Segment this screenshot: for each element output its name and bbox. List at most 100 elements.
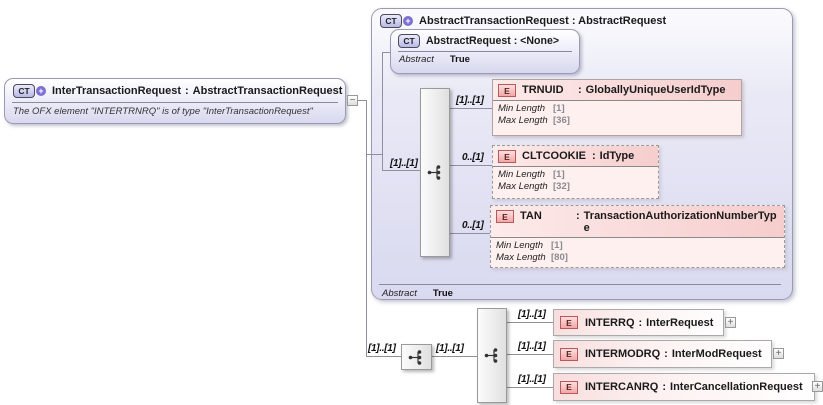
element-type: : GloballyUniqueUserIdType — [578, 84, 725, 96]
element-name: INTERCANRQ — [585, 381, 659, 393]
facet-value: [32] — [553, 180, 570, 192]
element-box-trnuid[interactable]: E TRNUID : GloballyUniqueUserIdType Min L… — [492, 79, 742, 136]
type-separator: : — [591, 150, 596, 162]
element-name: INTERMODRQ — [585, 348, 661, 360]
base-type-title-row: CT AbstractRequest : <None> — [391, 30, 579, 50]
type-separator: : — [576, 210, 580, 222]
element-name: CLTCOOKIE — [522, 150, 586, 162]
connector-line — [382, 170, 420, 171]
facet-value: [80] — [551, 251, 568, 263]
sequence-icon — [408, 349, 422, 365]
element-type: : IdType — [592, 150, 634, 162]
element-name: TRNUID — [522, 84, 564, 96]
type-name: InterModRequest — [671, 348, 762, 360]
root-base-type-name: AbstractTransactionRequest — [192, 85, 343, 97]
sequence-icon — [484, 348, 497, 363]
connector-line — [430, 356, 477, 357]
derived-plus-icon: + — [403, 16, 413, 26]
connector-line — [505, 387, 553, 388]
cardinality-label: 0..[1] — [462, 152, 484, 163]
element-facets: Min Length [1] Max Length [80] — [491, 238, 784, 265]
divider — [379, 284, 781, 285]
sequence-compositor[interactable] — [477, 308, 507, 403]
connector-line — [505, 354, 553, 355]
type-separator: : — [664, 348, 668, 360]
abstract-value: True — [449, 54, 470, 65]
collapse-toggle[interactable]: − — [347, 95, 358, 106]
cardinality-label: [1]..[1] — [390, 158, 418, 169]
root-annotation: The OFX element "INTERTRNRQ" is of type … — [13, 106, 313, 117]
facet-row: Min Length [1] — [498, 103, 736, 115]
connector-line — [366, 356, 401, 357]
element-header: E TRNUID : GloballyUniqueUserIdType — [493, 80, 741, 101]
connector-line — [382, 52, 383, 170]
element-name: INTERRQ — [585, 316, 635, 329]
element-header: E TAN : TransactionAuthorizationNumberTyp… — [491, 206, 784, 238]
sequence-icon — [427, 165, 440, 180]
type-separator: : — [638, 316, 643, 329]
element-icon: E — [496, 210, 514, 223]
complex-type-icon: CT — [13, 84, 35, 98]
facet-value: [36] — [553, 114, 570, 126]
cardinality-label: 0..[1] — [462, 220, 484, 231]
connector-line — [448, 165, 492, 166]
type-separator: : — [578, 84, 582, 96]
facet-value: [1] — [551, 240, 563, 251]
facet-label: Min Length — [498, 103, 546, 114]
connector-line — [448, 108, 492, 109]
schema-diagram: CT + AbstractTransactionRequest : Abstrac… — [0, 0, 823, 405]
type-name: TransactionAuthorizationNumberType — [583, 210, 777, 234]
element-facets: Min Length [1] Max Length [32] — [493, 167, 658, 194]
facet-label: Min Length — [498, 169, 546, 180]
type-name: GloballyUniqueUserIdType — [585, 84, 726, 96]
cardinality-label: [1]..[1] — [436, 343, 464, 354]
connector-line — [448, 233, 490, 234]
expand-toggle[interactable]: + — [773, 348, 784, 359]
abstract-label: Abstract — [399, 54, 434, 65]
facet-label: Min Length — [496, 240, 544, 251]
complex-type-box-abstract-request[interactable]: CT AbstractRequest : <None> Abstract Tru… — [390, 29, 580, 74]
facet-row: Max Length [80] — [496, 252, 779, 264]
complex-type-box-inter-transaction-request[interactable]: CT + InterTransactionRequest : AbstractTr… — [4, 78, 346, 124]
element-icon: E — [498, 84, 516, 97]
facet-row: Max Length [32] — [498, 181, 653, 193]
connector-line — [358, 100, 366, 101]
base-type-title: AbstractRequest : <None> — [426, 35, 560, 47]
facet-value: [1] — [553, 103, 565, 114]
facet-row: Min Length [1] — [498, 169, 653, 181]
root-title-row: CT + InterTransactionRequest : AbstractTr… — [5, 79, 345, 101]
element-header: E CLTCOOKIE : IdType — [493, 146, 658, 167]
element-box-interrq[interactable]: E INTERRQ : InterRequest — [553, 309, 724, 336]
cardinality-label: [1]..[1] — [518, 309, 546, 320]
complex-type-title-row: CT + AbstractTransactionRequest : Abstrac… — [372, 9, 792, 31]
expand-toggle[interactable]: + — [812, 381, 823, 392]
complex-type-icon: CT — [380, 14, 402, 28]
complex-type-title: AbstractTransactionRequest : AbstractReq… — [419, 15, 667, 27]
expand-toggle[interactable]: + — [725, 317, 736, 328]
type-separator: : — [662, 381, 667, 393]
type-name: InterCancellationRequest — [670, 381, 803, 393]
element-icon: E — [560, 380, 578, 394]
element-box-cltcookie[interactable]: E CLTCOOKIE : IdType Min Length [1] Max L… — [492, 145, 659, 199]
facet-row: Min Length [1] — [496, 240, 779, 252]
facet-value: [1] — [553, 169, 565, 180]
sequence-compositor[interactable] — [420, 88, 450, 257]
derived-plus-icon: + — [36, 86, 46, 96]
facet-label: Max Length — [498, 180, 548, 192]
element-box-intermodrq[interactable]: E INTERMODRQ : InterModRequest — [553, 340, 772, 368]
element-icon: E — [560, 347, 578, 361]
element-box-intercanrq[interactable]: E INTERCANRQ : InterCancellationRequest — [553, 373, 815, 401]
facet-label: Max Length — [498, 114, 548, 126]
connector-line — [505, 322, 553, 323]
connector-line — [366, 154, 383, 155]
facet-row: Max Length [36] — [498, 115, 736, 127]
abstract-label: Abstract — [382, 288, 417, 299]
type-name: IdType — [599, 150, 635, 162]
element-facets: Min Length [1] Max Length [36] — [493, 101, 741, 128]
facet-label: Max Length — [496, 251, 546, 263]
element-box-tan[interactable]: E TAN : TransactionAuthorizationNumberTyp… — [490, 205, 785, 268]
connector-line — [366, 100, 367, 356]
element-name: TAN — [520, 210, 542, 222]
sequence-compositor[interactable] — [401, 344, 432, 370]
abstract-value: True — [432, 288, 453, 299]
